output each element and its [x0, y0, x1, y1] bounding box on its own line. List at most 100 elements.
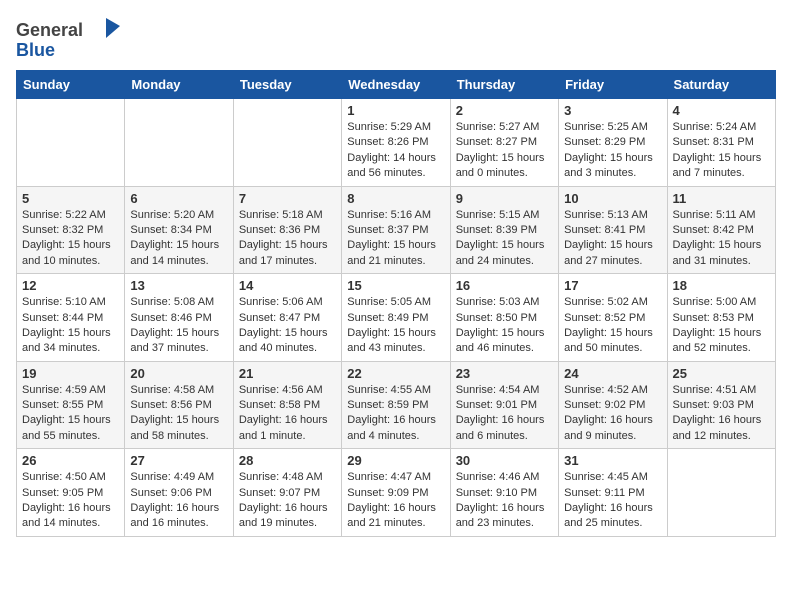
- day-number: 16: [456, 278, 553, 293]
- day-number: 8: [347, 191, 444, 206]
- day-info: Sunrise: 4:46 AM Sunset: 9:10 PM Dayligh…: [456, 470, 553, 532]
- day-number: 10: [564, 191, 661, 206]
- day-number: 27: [130, 453, 227, 468]
- calendar-cell: 15 Sunrise: 5:05 AM Sunset: 8:49 PM Dayli…: [342, 274, 450, 362]
- calendar-cell: 21 Sunrise: 4:56 AM Sunset: 8:58 PM Dayli…: [233, 361, 341, 449]
- weekday-header-row: SundayMondayTuesdayWednesdayThursdayFrid…: [17, 71, 776, 99]
- day-info: Sunrise: 5:25 AM Sunset: 8:29 PM Dayligh…: [564, 120, 661, 182]
- calendar-cell: 28 Sunrise: 4:48 AM Sunset: 9:07 PM Dayli…: [233, 449, 341, 537]
- weekday-header-thursday: Thursday: [450, 71, 558, 99]
- day-info: Sunrise: 4:48 AM Sunset: 9:07 PM Dayligh…: [239, 470, 336, 532]
- day-number: 5: [22, 191, 119, 206]
- day-number: 21: [239, 366, 336, 381]
- day-info: Sunrise: 5:16 AM Sunset: 8:37 PM Dayligh…: [347, 208, 444, 270]
- calendar-cell: 4 Sunrise: 5:24 AM Sunset: 8:31 PM Daylig…: [667, 99, 775, 187]
- calendar-cell: 11 Sunrise: 5:11 AM Sunset: 8:42 PM Dayli…: [667, 186, 775, 274]
- svg-text:General: General: [16, 20, 83, 40]
- svg-text:Blue: Blue: [16, 40, 55, 60]
- calendar-cell: 3Sunrise: 5:25 AM Sunset: 8:29 PM Daylig…: [559, 99, 667, 187]
- calendar-table: SundayMondayTuesdayWednesdayThursdayFrid…: [16, 70, 776, 537]
- calendar-cell: [17, 99, 125, 187]
- calendar-week-4: 19 Sunrise: 4:59 AM Sunset: 8:55 PM Dayli…: [17, 361, 776, 449]
- day-number: 1: [347, 103, 444, 118]
- day-info: Sunrise: 5:13 AM Sunset: 8:41 PM Dayligh…: [564, 208, 661, 270]
- calendar-cell: 13Sunrise: 5:08 AM Sunset: 8:46 PM Dayli…: [125, 274, 233, 362]
- day-number: 22: [347, 366, 444, 381]
- calendar-cell: 24 Sunrise: 4:52 AM Sunset: 9:02 PM Dayli…: [559, 361, 667, 449]
- day-number: 19: [22, 366, 119, 381]
- calendar-cell: 14 Sunrise: 5:06 AM Sunset: 8:47 PM Dayli…: [233, 274, 341, 362]
- day-number: 4: [673, 103, 770, 118]
- day-info: Sunrise: 4:56 AM Sunset: 8:58 PM Dayligh…: [239, 383, 336, 445]
- day-info: Sunrise: 4:55 AM Sunset: 8:59 PM Dayligh…: [347, 383, 444, 445]
- day-number: 14: [239, 278, 336, 293]
- day-number: 11: [673, 191, 770, 206]
- day-number: 7: [239, 191, 336, 206]
- weekday-header-sunday: Sunday: [17, 71, 125, 99]
- calendar-cell: [125, 99, 233, 187]
- calendar-cell: 25 Sunrise: 4:51 AM Sunset: 9:03 PM Dayli…: [667, 361, 775, 449]
- day-info: Sunrise: 5:08 AM Sunset: 8:46 PM Dayligh…: [130, 295, 227, 357]
- day-number: 18: [673, 278, 770, 293]
- day-info: Sunrise: 5:00 AM Sunset: 8:53 PM Dayligh…: [673, 295, 770, 357]
- weekday-header-saturday: Saturday: [667, 71, 775, 99]
- day-info: Sunrise: 5:02 AM Sunset: 8:52 PM Dayligh…: [564, 295, 661, 357]
- calendar-week-5: 26 Sunrise: 4:50 AM Sunset: 9:05 PM Dayli…: [17, 449, 776, 537]
- calendar-cell: 23 Sunrise: 4:54 AM Sunset: 9:01 PM Dayli…: [450, 361, 558, 449]
- day-number: 9: [456, 191, 553, 206]
- day-info: Sunrise: 5:18 AM Sunset: 8:36 PM Dayligh…: [239, 208, 336, 270]
- day-number: 20: [130, 366, 227, 381]
- day-number: 26: [22, 453, 119, 468]
- day-info: Sunrise: 4:50 AM Sunset: 9:05 PM Dayligh…: [22, 470, 119, 532]
- day-info: Sunrise: 5:10 AM Sunset: 8:44 PM Dayligh…: [22, 295, 119, 357]
- day-info: Sunrise: 5:05 AM Sunset: 8:49 PM Dayligh…: [347, 295, 444, 357]
- day-info: Sunrise: 4:52 AM Sunset: 9:02 PM Dayligh…: [564, 383, 661, 445]
- calendar-cell: [667, 449, 775, 537]
- day-info: Sunrise: 5:29 AM Sunset: 8:26 PM Dayligh…: [347, 120, 444, 182]
- page-header: GeneralBlue: [16, 16, 776, 60]
- day-number: 17: [564, 278, 661, 293]
- day-info: Sunrise: 5:11 AM Sunset: 8:42 PM Dayligh…: [673, 208, 770, 270]
- calendar-week-3: 12 Sunrise: 5:10 AM Sunset: 8:44 PM Dayli…: [17, 274, 776, 362]
- day-info: Sunrise: 5:24 AM Sunset: 8:31 PM Dayligh…: [673, 120, 770, 182]
- calendar-cell: 18 Sunrise: 5:00 AM Sunset: 8:53 PM Dayli…: [667, 274, 775, 362]
- calendar-cell: 30 Sunrise: 4:46 AM Sunset: 9:10 PM Dayli…: [450, 449, 558, 537]
- day-info: Sunrise: 4:58 AM Sunset: 8:56 PM Dayligh…: [130, 383, 227, 445]
- day-number: 24: [564, 366, 661, 381]
- calendar-week-1: 1 Sunrise: 5:29 AM Sunset: 8:26 PM Daylig…: [17, 99, 776, 187]
- weekday-header-friday: Friday: [559, 71, 667, 99]
- day-number: 12: [22, 278, 119, 293]
- day-number: 15: [347, 278, 444, 293]
- calendar-cell: 27Sunrise: 4:49 AM Sunset: 9:06 PM Dayli…: [125, 449, 233, 537]
- day-info: Sunrise: 4:45 AM Sunset: 9:11 PM Dayligh…: [564, 470, 661, 532]
- day-number: 23: [456, 366, 553, 381]
- weekday-header-wednesday: Wednesday: [342, 71, 450, 99]
- logo: GeneralBlue: [16, 16, 136, 60]
- day-number: 6: [130, 191, 227, 206]
- calendar-cell: 26 Sunrise: 4:50 AM Sunset: 9:05 PM Dayli…: [17, 449, 125, 537]
- day-info: Sunrise: 4:51 AM Sunset: 9:03 PM Dayligh…: [673, 383, 770, 445]
- calendar-cell: 31 Sunrise: 4:45 AM Sunset: 9:11 PM Dayli…: [559, 449, 667, 537]
- calendar-cell: 22 Sunrise: 4:55 AM Sunset: 8:59 PM Dayli…: [342, 361, 450, 449]
- day-info: Sunrise: 5:03 AM Sunset: 8:50 PM Dayligh…: [456, 295, 553, 357]
- day-number: 30: [456, 453, 553, 468]
- calendar-cell: 19 Sunrise: 4:59 AM Sunset: 8:55 PM Dayli…: [17, 361, 125, 449]
- day-number: 28: [239, 453, 336, 468]
- day-info: Sunrise: 5:20 AM Sunset: 8:34 PM Dayligh…: [130, 208, 227, 270]
- day-info: Sunrise: 4:54 AM Sunset: 9:01 PM Dayligh…: [456, 383, 553, 445]
- day-info: Sunrise: 5:22 AM Sunset: 8:32 PM Dayligh…: [22, 208, 119, 270]
- day-info: Sunrise: 4:59 AM Sunset: 8:55 PM Dayligh…: [22, 383, 119, 445]
- day-number: 25: [673, 366, 770, 381]
- logo-svg: GeneralBlue: [16, 16, 136, 60]
- weekday-header-monday: Monday: [125, 71, 233, 99]
- day-number: 31: [564, 453, 661, 468]
- calendar-cell: 16 Sunrise: 5:03 AM Sunset: 8:50 PM Dayli…: [450, 274, 558, 362]
- calendar-cell: 9 Sunrise: 5:15 AM Sunset: 8:39 PM Daylig…: [450, 186, 558, 274]
- calendar-cell: 1 Sunrise: 5:29 AM Sunset: 8:26 PM Daylig…: [342, 99, 450, 187]
- calendar-cell: 17 Sunrise: 5:02 AM Sunset: 8:52 PM Dayli…: [559, 274, 667, 362]
- weekday-header-tuesday: Tuesday: [233, 71, 341, 99]
- day-info: Sunrise: 5:06 AM Sunset: 8:47 PM Dayligh…: [239, 295, 336, 357]
- calendar-cell: 7 Sunrise: 5:18 AM Sunset: 8:36 PM Daylig…: [233, 186, 341, 274]
- day-number: 2: [456, 103, 553, 118]
- day-info: Sunrise: 5:15 AM Sunset: 8:39 PM Dayligh…: [456, 208, 553, 270]
